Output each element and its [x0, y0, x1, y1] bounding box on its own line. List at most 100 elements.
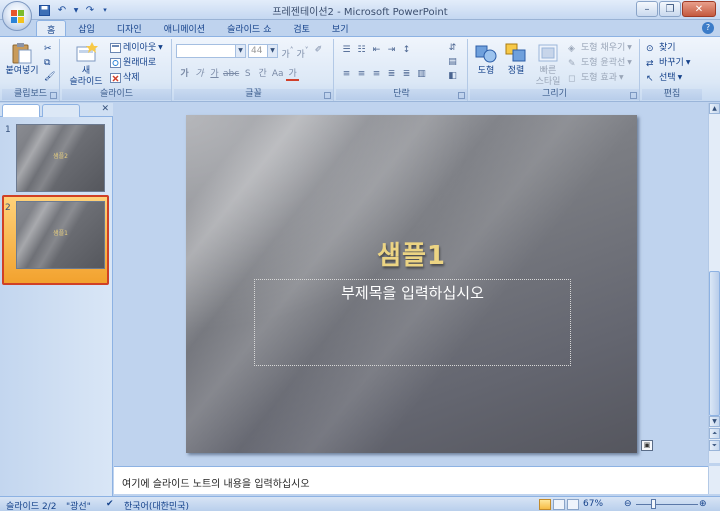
replace-button[interactable]: ⇄ 바꾸기 ▼	[646, 57, 690, 69]
vertical-scrollbar[interactable]: ▲ ▼ ⏶ ⏷	[708, 103, 720, 463]
undo-icon[interactable]: ↶	[54, 3, 70, 18]
grow-font-icon[interactable]: 가˄	[281, 44, 294, 60]
zoom-level[interactable]: 67%	[583, 499, 603, 509]
paste-button[interactable]: 붙여넣기	[4, 42, 40, 77]
new-slide-button[interactable]: 새 슬라이드	[64, 42, 108, 88]
scroll-thumb[interactable]	[709, 271, 720, 416]
arrange-button[interactable]: 정렬	[502, 42, 530, 77]
shape-outline-button[interactable]: ✎ 도형 윤곽선 ▼	[568, 57, 632, 69]
clipboard-launcher-icon[interactable]	[50, 92, 57, 99]
scroll-down-icon[interactable]: ▼	[709, 416, 720, 427]
slideshow-view-button[interactable]	[567, 499, 579, 510]
font-name-combo[interactable]: ▼	[176, 44, 246, 58]
smart-tag-icon[interactable]: ▣	[641, 440, 653, 451]
underline-icon[interactable]: 가	[208, 68, 221, 81]
shadow-icon[interactable]: S	[241, 68, 254, 81]
slide-thumbnail-2[interactable]: 샘플1	[16, 201, 105, 269]
slide-canvas: 샘플1 부제목을 입력하십시오	[114, 103, 708, 463]
layout-button[interactable]: 레이아웃 ▼	[110, 42, 163, 54]
tab-review[interactable]: 검토	[283, 20, 320, 36]
paragraph-launcher-icon[interactable]	[458, 92, 465, 99]
distribute-icon[interactable]: ≣	[400, 68, 413, 81]
numbering-icon[interactable]: ☷	[355, 44, 368, 57]
save-icon[interactable]	[36, 3, 52, 18]
notes-scrollbar[interactable]	[708, 466, 720, 494]
chevron-down-icon: ▼	[235, 45, 245, 57]
spellcheck-icon[interactable]: ✔	[106, 499, 114, 509]
tab-slideshow[interactable]: 슬라이드 쇼	[217, 20, 281, 36]
tab-animation[interactable]: 애니메이션	[154, 20, 215, 36]
shrink-font-icon[interactable]: 가˅	[296, 44, 309, 60]
clear-format-icon[interactable]: ✐	[312, 44, 325, 57]
smartart-icon[interactable]: ◧	[446, 70, 459, 83]
font-size-combo[interactable]: 44 ▼	[248, 44, 278, 58]
reset-button[interactable]: 원래대로	[110, 57, 156, 69]
scroll-up-icon[interactable]: ▲	[709, 103, 720, 114]
undo-dropdown-icon[interactable]: ▼	[72, 3, 80, 18]
shape-fill-button[interactable]: ◈ 도형 채우기 ▼	[568, 42, 632, 54]
decrease-indent-icon[interactable]: ⇤	[370, 44, 383, 57]
font-style-buttons: 가 가 가 abc S 간 Aa 가	[178, 68, 300, 81]
font-color-icon[interactable]: 가	[286, 68, 300, 81]
justify-icon[interactable]: ≣	[385, 68, 398, 81]
slide-sorter-view-button[interactable]	[553, 499, 565, 510]
tab-home[interactable]: 홈	[36, 20, 67, 36]
font-launcher-icon[interactable]	[324, 92, 331, 99]
minimize-button[interactable]: –	[636, 1, 658, 17]
select-button[interactable]: ↖ 선택 ▼	[646, 72, 682, 84]
italic-icon[interactable]: 가	[193, 68, 206, 81]
help-icon[interactable]: ?	[702, 22, 714, 34]
subtitle-placeholder[interactable]: 부제목을 입력하십시오	[254, 279, 571, 366]
close-icon[interactable]: ✕	[101, 104, 109, 114]
shape-effects-button[interactable]: ◻ 도형 효과 ▼	[568, 72, 624, 84]
zoom-slider-thumb[interactable]	[651, 499, 656, 509]
align-text-icon[interactable]: ▤	[446, 56, 459, 69]
language-indicator[interactable]: 한국어(대한민국)	[124, 499, 189, 511]
find-button[interactable]: ⊙ 찾기	[646, 42, 676, 54]
align-left-icon[interactable]: ≡	[340, 68, 353, 81]
zoom-slider[interactable]	[636, 504, 698, 505]
text-direction-icon[interactable]: ⇵	[446, 42, 459, 55]
delete-slide-button[interactable]: 삭제	[110, 72, 140, 84]
increase-indent-icon[interactable]: ⇥	[385, 44, 398, 57]
columns-icon[interactable]: ▥	[415, 68, 428, 81]
bold-icon[interactable]: 가	[178, 68, 191, 81]
slide-title[interactable]: 샘플1	[186, 235, 637, 272]
drawing-group-label: 그리기	[470, 89, 639, 100]
strikethrough-icon[interactable]: abc	[223, 68, 239, 81]
normal-view-button[interactable]	[539, 499, 551, 510]
zoom-in-icon[interactable]: ⊕	[699, 499, 707, 509]
drawing-launcher-icon[interactable]	[630, 92, 637, 99]
cut-icon[interactable]: ✂	[44, 43, 52, 55]
bullets-icon[interactable]: ☰	[340, 44, 353, 57]
customize-qat-icon[interactable]: ▾	[100, 3, 110, 18]
tab-design[interactable]: 디자인	[107, 20, 152, 36]
tab-view[interactable]: 보기	[322, 20, 359, 36]
notes-pane[interactable]: 여기에 슬라이드 노트의 내용을 입력하십시오	[114, 466, 708, 494]
close-button[interactable]: ✕	[682, 1, 716, 17]
office-button[interactable]	[2, 1, 32, 31]
line-spacing-icon[interactable]: ↕	[400, 44, 413, 57]
tab-insert[interactable]: 삽입	[68, 20, 105, 36]
current-slide[interactable]: 샘플1 부제목을 입력하십시오	[186, 115, 637, 453]
slide-thumbnail-1[interactable]: 샘플2	[16, 124, 105, 192]
quick-styles-button[interactable]: 빠른 스타일	[532, 42, 564, 88]
copy-icon[interactable]: ⧉	[44, 57, 50, 69]
char-spacing-icon[interactable]: 간	[256, 68, 269, 81]
shapes-button[interactable]: 도형	[472, 42, 500, 77]
outline-tab[interactable]	[42, 104, 80, 117]
slide-counter: 슬라이드 2/2	[6, 502, 57, 511]
thumbnail-title: 샘플1	[53, 230, 68, 237]
paragraph-group: ☰ ☷ ⇤ ⇥ ↕ ⇵ ▤ ◧ ≡ ≡ ≡ ≣ ≣ ▥ 단락	[336, 39, 468, 101]
redo-icon[interactable]: ↷	[82, 3, 98, 18]
restore-button[interactable]: ❐	[659, 1, 681, 17]
theme-name: "광선"	[66, 502, 91, 511]
align-center-icon[interactable]: ≡	[355, 68, 368, 81]
align-right-icon[interactable]: ≡	[370, 68, 383, 81]
zoom-out-icon[interactable]: ⊖	[624, 499, 632, 509]
change-case-icon[interactable]: Aa	[271, 68, 284, 81]
previous-slide-icon[interactable]: ⏶	[709, 428, 720, 439]
next-slide-icon[interactable]: ⏷	[709, 440, 720, 451]
format-painter-icon[interactable]: 🖌	[44, 71, 55, 83]
slides-tab[interactable]	[2, 104, 40, 117]
